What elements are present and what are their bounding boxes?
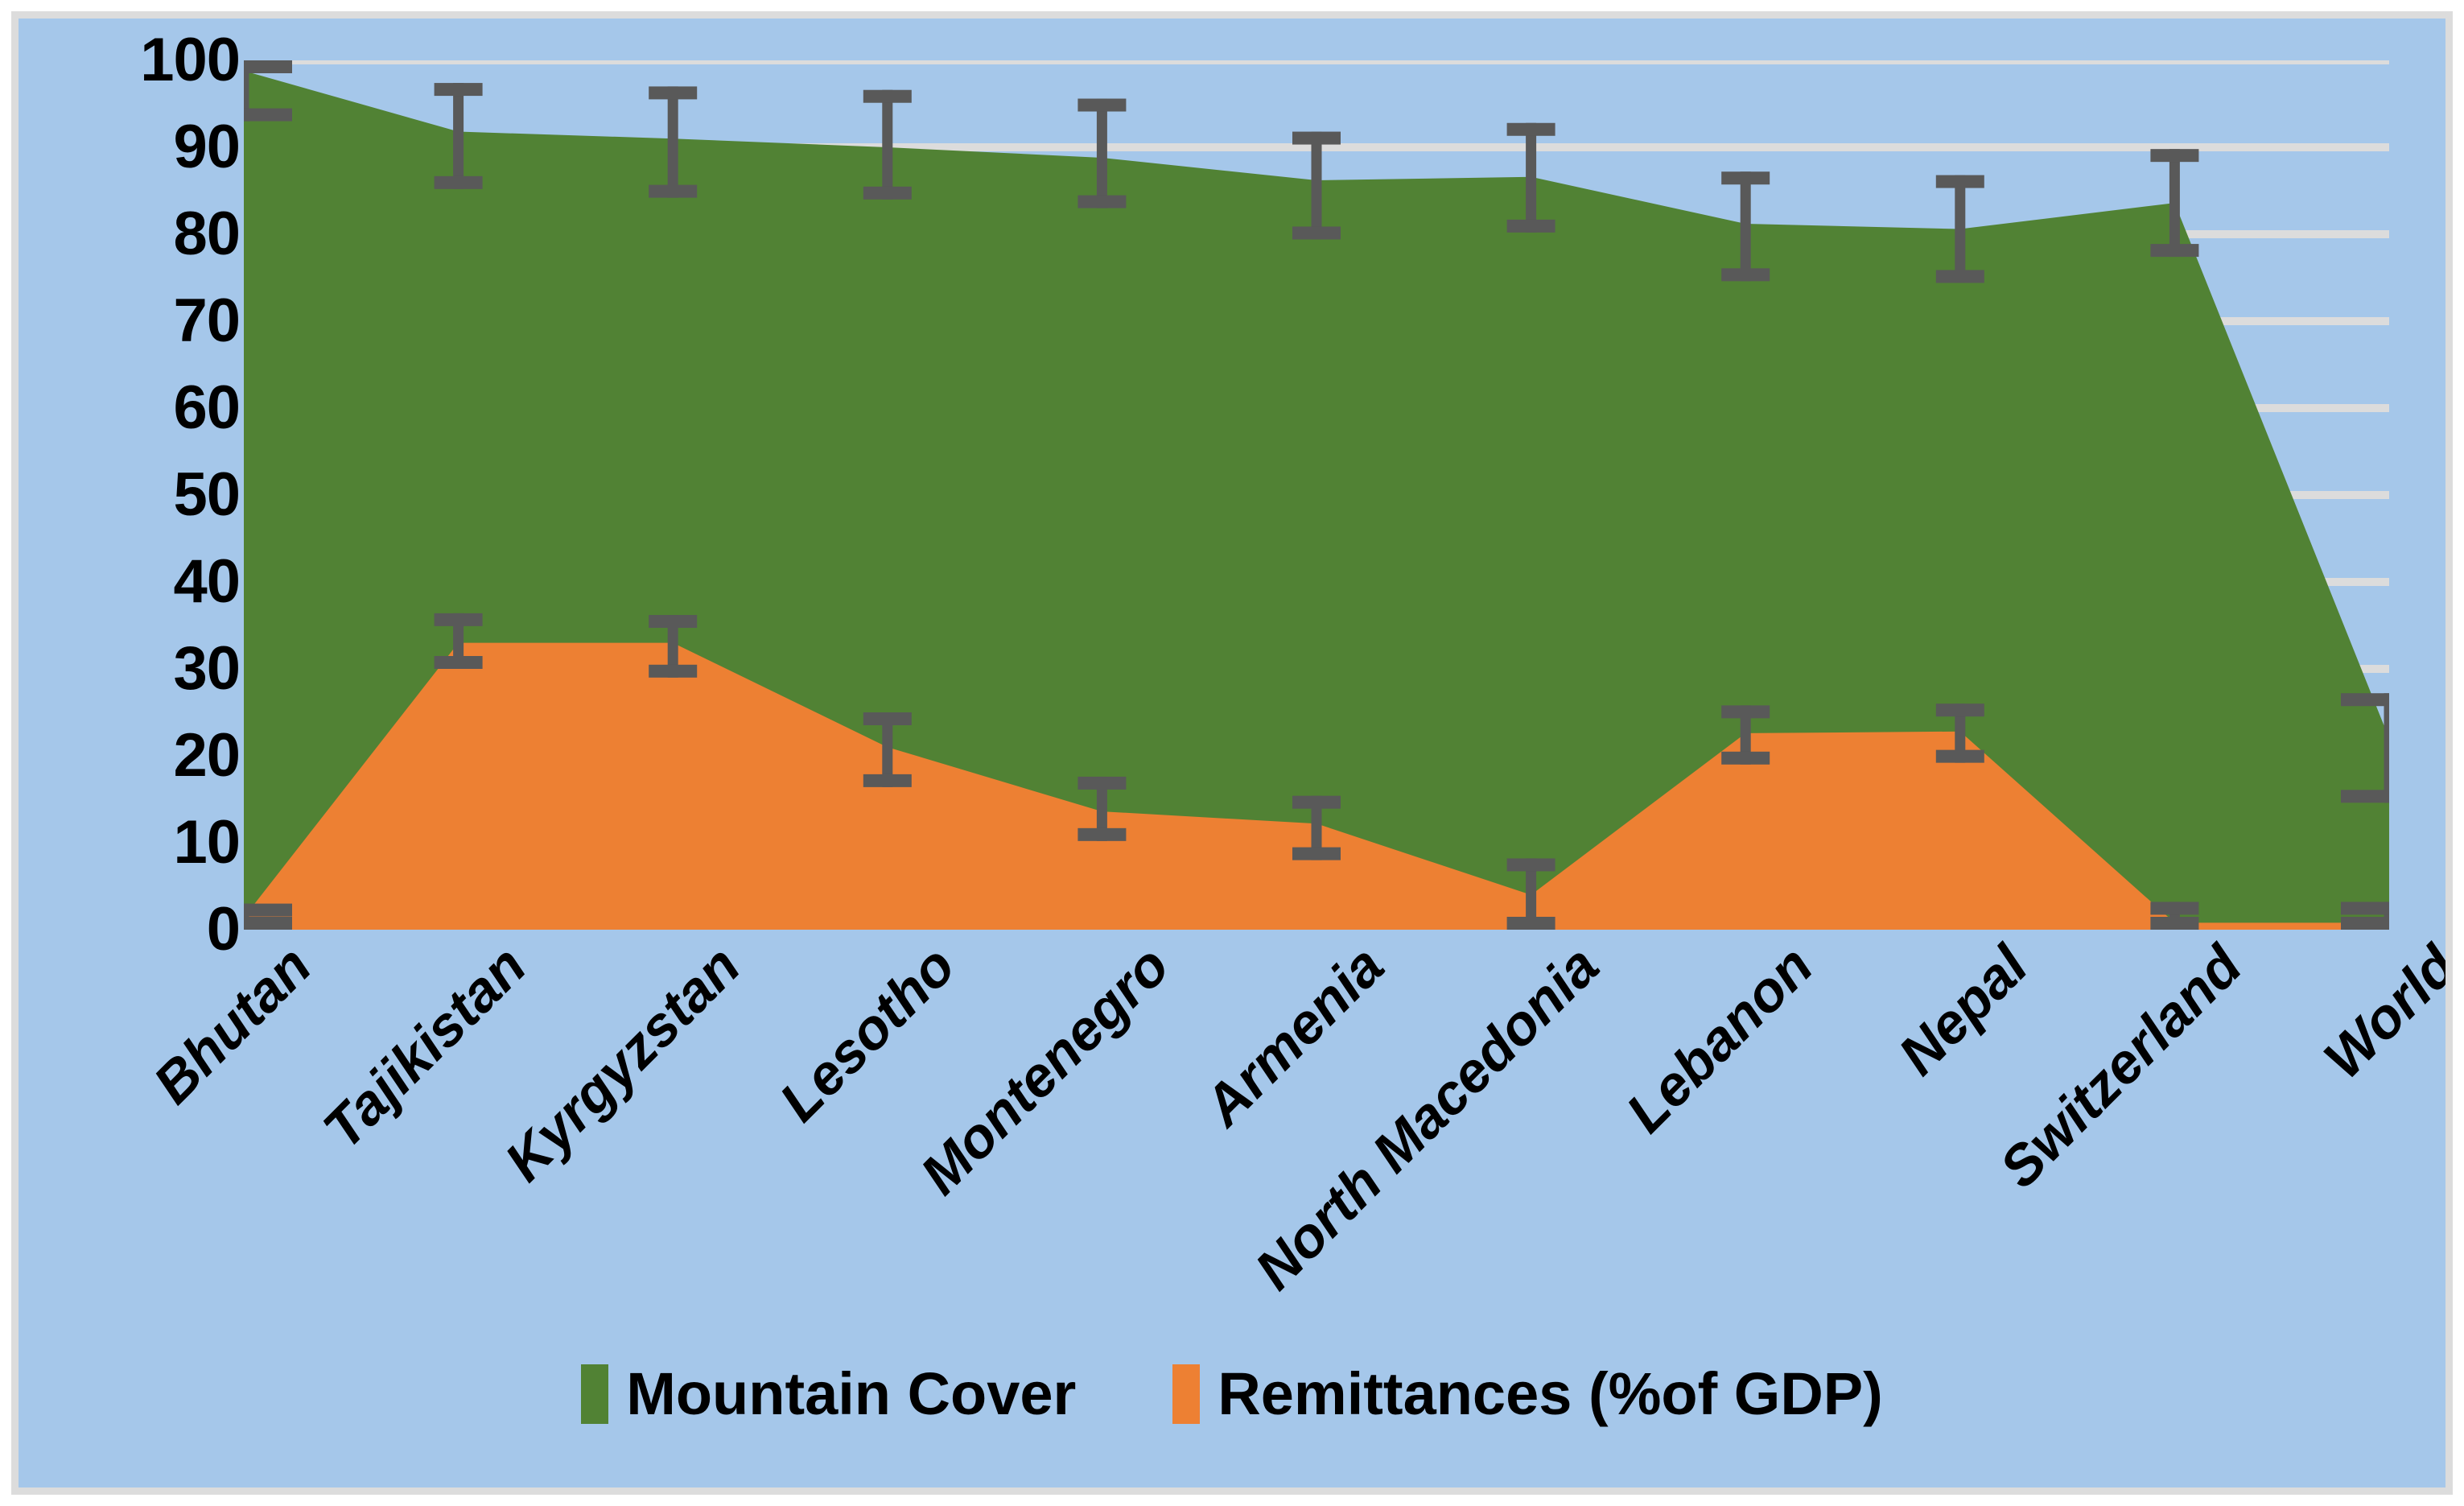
error-bar-cap-bottom: [1077, 827, 1127, 841]
error-bar-cap-bottom: [1935, 749, 1984, 763]
y-tick-label: 90: [173, 113, 241, 181]
error-bar-stem: [667, 86, 678, 198]
error-bar-stem: [1955, 175, 1966, 283]
error-bar-cap-bottom: [863, 774, 912, 787]
error-bar-cap-bottom: [1506, 917, 1555, 930]
error-bar-cap-bottom: [2341, 790, 2389, 803]
error-bar-cap-bottom: [1292, 847, 1341, 860]
error-bar-cap-top: [1077, 776, 1127, 790]
x-axis-label: Nepal: [1886, 934, 2040, 1087]
y-tick-label: 20: [173, 721, 241, 790]
x-axis-label: Lesotho: [767, 934, 967, 1133]
error-bar-cap-top: [2150, 902, 2199, 915]
error-bar-cap-top: [1506, 858, 1555, 872]
error-bar-cap-bottom: [244, 108, 292, 122]
error-bar-cap-top: [244, 903, 292, 917]
plot-area: [244, 60, 2389, 930]
y-tick-label: 70: [173, 287, 241, 355]
legend-label: Remittances (%of GDP): [1218, 1360, 1883, 1427]
legend-swatch-icon: [581, 1364, 609, 1424]
error-bar-cap-bottom: [244, 917, 292, 930]
x-axis-label: Tajikistan: [311, 934, 538, 1161]
legend-item-2[interactable]: Remittances (%of GDP): [1172, 1360, 1883, 1427]
error-bar-stem: [1311, 131, 1322, 240]
error-bar-cap-bottom: [1292, 226, 1341, 240]
x-axis-label: Lebanon: [1614, 934, 1825, 1145]
error-bar-stem: [1096, 98, 1107, 208]
error-bar-stem: [1526, 122, 1537, 233]
error-bar-cap-bottom: [1935, 270, 1984, 283]
legend-swatch-icon: [1172, 1364, 1201, 1424]
error-bar-cap-bottom: [434, 656, 483, 669]
y-axis-tick-labels: 100 90 80 70 60 50 40 30 20 10 0: [67, 30, 241, 960]
chart-legend: Mountain Cover Remittances (%of GDP): [19, 1364, 2445, 1424]
error-bar-cap-top: [863, 89, 912, 103]
error-bar-cap-top: [1935, 175, 1984, 188]
error-bar-cap-bottom: [2341, 917, 2389, 930]
error-bar-cap-top: [1935, 703, 1984, 717]
error-bar-cap-top: [1292, 795, 1341, 809]
error-bar-cap-top: [1077, 98, 1127, 112]
y-tick-label: 60: [173, 373, 241, 442]
error-bar-stem: [1740, 171, 1751, 282]
error-bar-stem: [882, 89, 893, 200]
error-bar-cap-bottom: [2150, 244, 2199, 258]
error-bar-cap-top: [1292, 131, 1341, 145]
error-bar-cap-top: [649, 86, 698, 100]
error-bar-cap-bottom: [649, 184, 698, 198]
error-bar-cap-top: [244, 60, 292, 73]
error-bar-cap-bottom: [863, 186, 912, 200]
error-bar-stem: [2384, 693, 2389, 803]
error-bar-cap-top: [2341, 693, 2389, 707]
error-bar-cap-top: [863, 712, 912, 725]
error-bar-stem: [2169, 149, 2180, 258]
x-axis-label: Armenia: [1192, 934, 1396, 1138]
y-tick-label: 40: [173, 547, 241, 616]
gridline: [244, 60, 2389, 64]
error-bar-stem: [453, 83, 464, 189]
error-bar-cap-top: [1721, 705, 1770, 719]
error-bar-cap-top: [434, 613, 483, 626]
chart-screenshot: 100 90 80 70 60 50 40 30 20 10 0 Bhutan Tajikistan K…: [0, 0, 2464, 1506]
error-bar-cap-top: [2341, 902, 2389, 915]
error-bar-cap-top: [649, 615, 698, 629]
error-bar-cap-bottom: [1721, 751, 1770, 765]
error-bar-cap-bottom: [434, 175, 483, 189]
legend-item-1[interactable]: Mountain Cover: [581, 1364, 1076, 1424]
error-bar-cap-bottom: [1506, 219, 1555, 233]
x-axis-category-labels: Bhutan Tajikistan Kyrgyzstan Lesotho Montene…: [142, 934, 2445, 1306]
error-bar-cap-bottom: [1077, 195, 1127, 208]
legend-label: Mountain Cover: [626, 1360, 1077, 1427]
error-bar-cap-bottom: [1721, 268, 1770, 282]
error-bar-cap-top: [1721, 171, 1770, 185]
error-bar-cap-top: [1506, 122, 1555, 136]
area-chart-svg: [244, 60, 2389, 930]
y-tick-label: 100: [140, 26, 241, 94]
error-bar-cap-top: [434, 83, 483, 97]
error-bar-cap-bottom: [649, 664, 698, 678]
error-bar-cap-top: [2150, 149, 2199, 163]
y-tick-label: 30: [173, 634, 241, 703]
plot-wrapper: 100 90 80 70 60 50 40 30 20 10 0 Bhutan Tajikistan K…: [19, 19, 2445, 1487]
y-tick-label: 10: [173, 808, 241, 877]
x-axis-label: World: [2311, 934, 2453, 1091]
error-bar-cap-bottom: [2150, 917, 2199, 930]
chart-frame: 100 90 80 70 60 50 40 30 20 10 0 Bhutan Tajikistan K…: [11, 11, 2453, 1495]
y-tick-label: 0: [206, 895, 241, 963]
y-tick-label: 80: [173, 200, 241, 268]
y-tick-label: 50: [173, 460, 241, 529]
